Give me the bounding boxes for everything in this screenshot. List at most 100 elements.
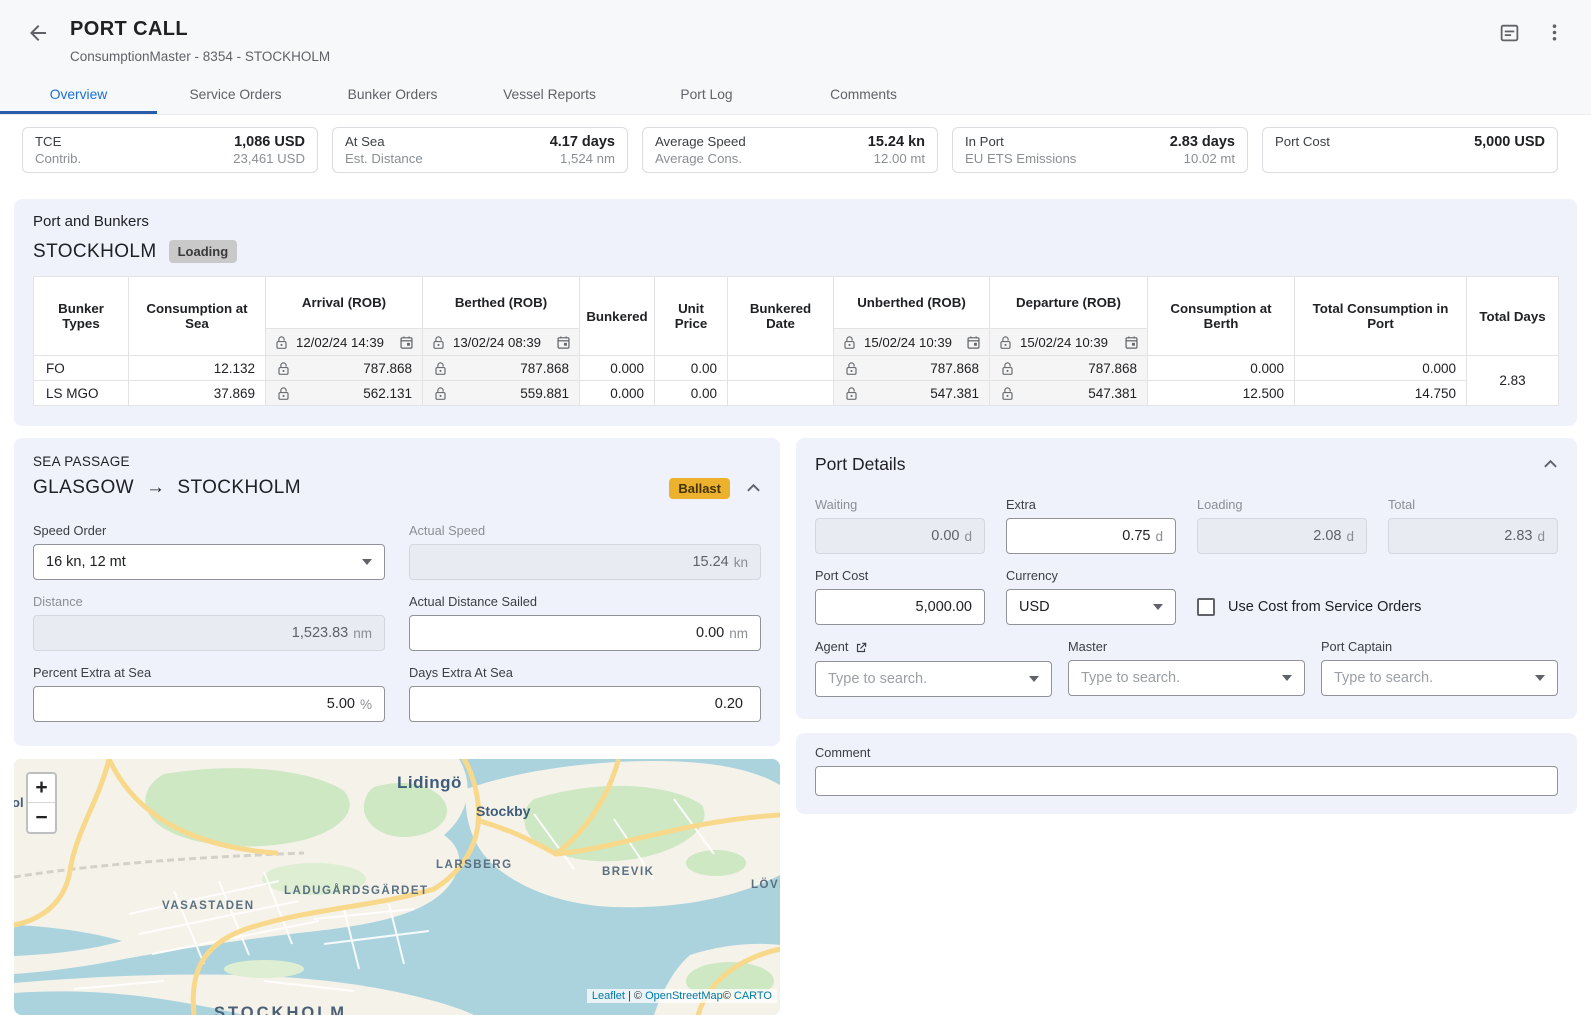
agent-search-select[interactable]: Type to search.: [815, 661, 1052, 697]
lock-open-icon: [998, 334, 1013, 350]
lock-open-icon: [431, 334, 446, 350]
actual-distance-sailed-input[interactable]: 0.00 nm: [409, 615, 761, 651]
collapse-chevron-icon[interactable]: [1543, 456, 1558, 474]
tab-vessel-reports[interactable]: Vessel Reports: [471, 78, 628, 114]
bunkered-value[interactable]: 0.000: [580, 356, 655, 381]
days-extra-at-sea-input[interactable]: 0.20: [409, 686, 761, 722]
kpi-value: 1,086 USD: [234, 134, 305, 150]
lock-open-icon: [844, 360, 859, 376]
kpi-label: Average Speed: [655, 134, 746, 149]
bunkers-table: Bunker Types Consumption at Sea Arrival …: [33, 276, 1559, 406]
kpi-label: Port Cost: [1275, 134, 1330, 149]
carto-link[interactable]: CARTO: [734, 990, 772, 1002]
lock-open-icon: [842, 334, 857, 350]
total-input: 2.83 d: [1388, 518, 1558, 554]
col-header-berthed-rob: Berthed (ROB): [423, 277, 580, 329]
kpi-label: Est. Distance: [345, 151, 423, 166]
distance-field: Distance 1,523.83 nm: [33, 594, 385, 651]
calendar-icon[interactable]: [1499, 22, 1520, 43]
comment-input[interactable]: [815, 766, 1558, 796]
tab-service-orders[interactable]: Service Orders: [157, 78, 314, 114]
map-label-larsberg: LARSBERG: [436, 859, 513, 871]
percent-extra-at-sea-input[interactable]: 5.00 %: [33, 686, 385, 722]
bunker-type: FO: [34, 356, 129, 381]
kpi-label: Average Cons.: [655, 151, 742, 166]
col-header-unberthed-rob: Unberthed (ROB): [834, 277, 990, 329]
master-field: Master Type to search.: [1068, 639, 1305, 697]
unit-price-value[interactable]: 0.00: [655, 356, 728, 381]
use-cost-checkbox-label: Use Cost from Service Orders: [1228, 599, 1421, 615]
days-extra-at-sea-field: Days Extra At Sea 0.20: [409, 665, 761, 722]
tab-overview[interactable]: Overview: [0, 78, 157, 114]
port-cost-field: Port Cost 5,000.00: [815, 568, 985, 625]
port-name: STOCKHOLM: [33, 241, 157, 263]
total-field: Total 2.83 d: [1388, 497, 1558, 554]
comment-label: Comment: [815, 745, 870, 760]
map-label-brevik: BREVIK: [602, 866, 654, 878]
leaflet-link[interactable]: Leaflet: [592, 990, 625, 1002]
consumption-at-berth-value: 12.500: [1148, 381, 1295, 406]
bunkered-value[interactable]: 0.000: [580, 381, 655, 406]
waiting-input: 0.00 d: [815, 518, 985, 554]
back-icon[interactable]: [26, 21, 52, 47]
berthed-date-value: 13/02/24 08:39: [453, 335, 541, 350]
departure-rob-value: 787.868: [990, 356, 1148, 381]
unberthed-rob-value: 787.868: [834, 356, 990, 381]
lock-open-icon: [433, 385, 448, 401]
berthed-rob-value: 787.868: [423, 356, 580, 381]
route-to: STOCKHOLM: [177, 477, 301, 499]
speed-order-select[interactable]: 16 kn, 12 mt: [33, 544, 385, 580]
openstreetmap-link[interactable]: OpenStreetMap: [645, 990, 723, 1002]
zoom-in-button[interactable]: +: [28, 774, 55, 803]
map-widget[interactable]: Lidingö Stockby LARSBERG BREVIK LÖVBER L…: [14, 759, 780, 1015]
arrival-date-field[interactable]: 12/02/24 14:39: [266, 329, 423, 356]
port-cost-input[interactable]: 5,000.00: [815, 589, 985, 625]
unit-price-value[interactable]: 0.00: [655, 381, 728, 406]
currency-field: Currency USD: [1006, 568, 1176, 625]
tab-comments[interactable]: Comments: [785, 78, 942, 114]
actual-speed-field: Actual Speed 15.24 kn: [409, 523, 761, 580]
extra-input[interactable]: 0.75 d: [1006, 518, 1176, 554]
departure-date-value: 15/02/24 10:39: [1020, 335, 1108, 350]
kpi-label: In Port: [965, 134, 1004, 149]
tab-bunker-orders[interactable]: Bunker Orders: [314, 78, 471, 114]
kpi-card-port-cost: Port Cost5,000 USD: [1262, 127, 1558, 173]
unberthed-date-field[interactable]: 15/02/24 10:39: [834, 329, 990, 356]
berthed-date-field[interactable]: 13/02/24 08:39: [423, 329, 580, 356]
calendar-picker-icon[interactable]: [1124, 334, 1139, 350]
calendar-picker-icon[interactable]: [556, 334, 571, 350]
col-header-departure-rob: Departure (ROB): [990, 277, 1148, 329]
map-label-lovber: LÖVBER: [751, 879, 780, 891]
kpi-value: 12.00 mt: [874, 151, 925, 166]
tab-port-log[interactable]: Port Log: [628, 78, 785, 114]
agent-field: Agent Type to search.: [815, 639, 1052, 697]
currency-select[interactable]: USD: [1006, 589, 1176, 625]
port-captain-search-select[interactable]: Type to search.: [1321, 660, 1558, 696]
kpi-card-in-port: In Port2.83 days EU ETS Emissions10.02 m…: [952, 127, 1248, 173]
calendar-picker-icon[interactable]: [966, 334, 981, 350]
map-label-stockby: Stockby: [476, 803, 530, 819]
collapse-chevron-icon[interactable]: [746, 480, 761, 498]
sea-passage-panel: SEA PASSAGE GLASGOW → STOCKHOLM Ballast …: [14, 438, 780, 746]
use-cost-checkbox[interactable]: [1197, 598, 1215, 616]
kpi-value: 4.17 days: [550, 134, 615, 150]
kpi-value: 2.83 days: [1170, 134, 1235, 150]
port-captain-field: Port Captain Type to search.: [1321, 639, 1558, 697]
kpi-card-at-sea: At Sea4.17 days Est. Distance1,524 nm: [332, 127, 628, 173]
departure-date-field[interactable]: 15/02/24 10:39: [990, 329, 1148, 356]
calendar-picker-icon[interactable]: [399, 334, 414, 350]
chevron-down-icon: [362, 554, 372, 570]
total-consumption-value: 0.000: [1295, 356, 1467, 381]
bunkered-date-value[interactable]: [728, 356, 834, 381]
actual-distance-sailed-field: Actual Distance Sailed 0.00 nm: [409, 594, 761, 651]
tab-bar: Overview Service Orders Bunker Orders Ve…: [0, 78, 1591, 114]
kpi-card-average-speed: Average Speed15.24 kn Average Cons.12.00…: [642, 127, 938, 173]
port-details-panel: Port Details Waiting 0.00 d Extra 0.75 d: [796, 438, 1577, 719]
master-search-select[interactable]: Type to search.: [1068, 660, 1305, 696]
chevron-down-icon: [1535, 670, 1545, 686]
external-link-icon[interactable]: [854, 639, 868, 655]
bunkered-date-value[interactable]: [728, 381, 834, 406]
page-subtitle: ConsumptionMaster - 8354 - STOCKHOLM: [70, 49, 1499, 64]
kebab-menu-icon[interactable]: [1544, 22, 1565, 43]
zoom-out-button[interactable]: −: [28, 803, 55, 832]
